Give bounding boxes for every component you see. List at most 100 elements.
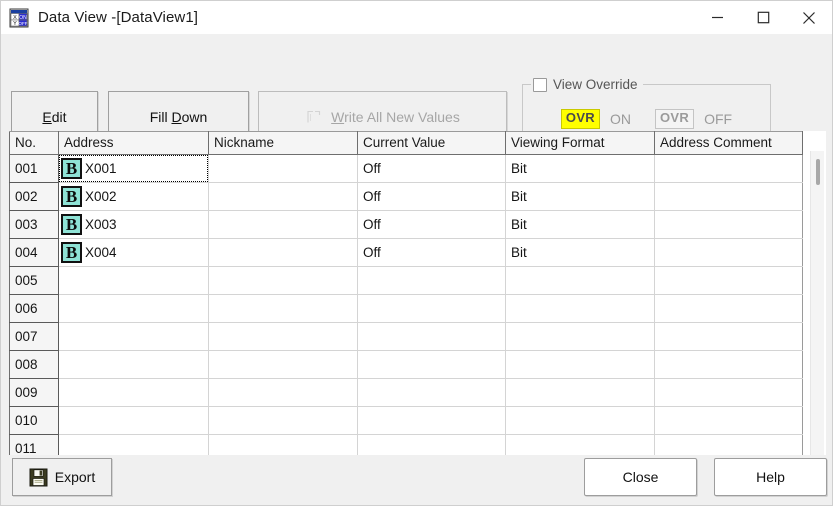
close-button[interactable]: Close: [584, 458, 697, 496]
table-row[interactable]: 010: [9, 406, 803, 435]
row-number-cell[interactable]: 011: [9, 434, 59, 455]
row-number-cell[interactable]: 003: [9, 210, 59, 239]
view-override-checkbox[interactable]: [533, 77, 547, 92]
viewing-format-cell[interactable]: Bit: [505, 210, 655, 239]
address-cell[interactable]: [58, 322, 209, 351]
current-value-cell[interactable]: Off: [357, 238, 506, 267]
table-row[interactable]: 007: [9, 322, 803, 351]
nickname-cell[interactable]: [208, 406, 358, 435]
address-comment-cell[interactable]: [654, 378, 803, 407]
data-grid[interactable]: No. Address Nickname Current Value Viewi…: [9, 131, 826, 455]
export-button[interactable]: Export: [12, 458, 112, 496]
row-number-cell[interactable]: 007: [9, 322, 59, 351]
table-row[interactable]: 008: [9, 350, 803, 379]
viewing-format-cell[interactable]: [505, 378, 655, 407]
table-body: 001 B X001 Off Bit 002 B X002 Off Bit 003 B X003 Off B…: [9, 154, 803, 455]
ovr-off-badge[interactable]: OVR: [655, 109, 695, 129]
nickname-cell[interactable]: [208, 350, 358, 379]
address-cell[interactable]: [58, 434, 209, 455]
table-row[interactable]: 001 B X001 Off Bit: [9, 154, 803, 183]
nickname-cell[interactable]: [208, 322, 358, 351]
table-row[interactable]: 009: [9, 378, 803, 407]
address-comment-cell[interactable]: [654, 350, 803, 379]
nickname-cell[interactable]: [208, 154, 358, 183]
column-header-current-value[interactable]: Current Value: [357, 131, 506, 155]
nickname-cell[interactable]: [208, 182, 358, 211]
column-header-viewing-format[interactable]: Viewing Format: [505, 131, 655, 155]
column-header-nickname[interactable]: Nickname: [208, 131, 358, 155]
viewing-format-cell[interactable]: [505, 322, 655, 351]
address-comment-cell[interactable]: [654, 406, 803, 435]
row-number-cell[interactable]: 004: [9, 238, 59, 267]
address-comment-cell[interactable]: [654, 154, 803, 183]
current-value-cell[interactable]: [357, 350, 506, 379]
ovr-on-badge[interactable]: OVR: [560, 109, 600, 129]
viewing-format-cell[interactable]: [505, 294, 655, 323]
address-cell[interactable]: B X004: [58, 238, 209, 267]
current-value-cell[interactable]: Off: [357, 154, 506, 183]
table-row[interactable]: 002 B X002 Off Bit: [9, 182, 803, 211]
row-number-cell[interactable]: 006: [9, 294, 59, 323]
nickname-cell[interactable]: [208, 210, 358, 239]
address-cell[interactable]: B X001: [58, 154, 209, 183]
address-text: X001: [85, 161, 117, 176]
address-cell[interactable]: [58, 350, 209, 379]
address-comment-cell[interactable]: [654, 210, 803, 239]
data-grid-table: No. Address Nickname Current Value Viewi…: [9, 131, 803, 455]
row-number-cell[interactable]: 008: [9, 350, 59, 379]
address-cell[interactable]: B X003: [58, 210, 209, 239]
row-number-cell[interactable]: 005: [9, 266, 59, 295]
current-value-cell[interactable]: [357, 322, 506, 351]
column-header-no[interactable]: No.: [9, 131, 59, 155]
address-comment-cell[interactable]: [654, 238, 803, 267]
table-row[interactable]: 003 B X003 Off Bit: [9, 210, 803, 239]
address-cell[interactable]: B X002: [58, 182, 209, 211]
nickname-cell[interactable]: [208, 378, 358, 407]
table-row[interactable]: 005: [9, 266, 803, 295]
column-header-address-comment[interactable]: Address Comment: [654, 131, 803, 155]
row-number-cell[interactable]: 009: [9, 378, 59, 407]
viewing-format-cell[interactable]: [505, 434, 655, 455]
maximize-icon[interactable]: [740, 1, 786, 34]
column-header-address[interactable]: Address: [58, 131, 209, 155]
nickname-cell[interactable]: [208, 294, 358, 323]
nickname-cell[interactable]: [208, 266, 358, 295]
viewing-format-cell[interactable]: [505, 406, 655, 435]
viewing-format-cell[interactable]: Bit: [505, 238, 655, 267]
nickname-cell[interactable]: [208, 238, 358, 267]
address-cell[interactable]: [58, 266, 209, 295]
address-cell[interactable]: [58, 406, 209, 435]
current-value-cell[interactable]: Off: [357, 210, 506, 239]
address-cell[interactable]: [58, 378, 209, 407]
viewing-format-cell[interactable]: Bit: [505, 182, 655, 211]
row-number-cell[interactable]: 002: [9, 182, 59, 211]
address-comment-cell[interactable]: [654, 294, 803, 323]
viewing-format-cell[interactable]: [505, 266, 655, 295]
current-value-cell[interactable]: [357, 434, 506, 455]
minimize-icon[interactable]: [694, 1, 740, 34]
row-number-cell[interactable]: 010: [9, 406, 59, 435]
current-value-cell[interactable]: [357, 406, 506, 435]
view-override-label: View Override: [553, 77, 638, 92]
window-title: Data View -[DataView1]: [38, 9, 199, 26]
viewing-format-cell[interactable]: Bit: [505, 154, 655, 183]
current-value-cell[interactable]: [357, 378, 506, 407]
address-comment-cell[interactable]: [654, 434, 803, 455]
current-value-cell[interactable]: Off: [357, 182, 506, 211]
current-value-cell[interactable]: [357, 294, 506, 323]
table-row[interactable]: 006: [9, 294, 803, 323]
row-number-cell[interactable]: 001: [9, 154, 59, 183]
address-cell[interactable]: [58, 294, 209, 323]
grid-scrollbar-thumb[interactable]: [816, 159, 820, 185]
nickname-cell[interactable]: [208, 434, 358, 455]
help-button[interactable]: Help: [714, 458, 827, 496]
address-comment-cell[interactable]: [654, 322, 803, 351]
close-icon[interactable]: [786, 1, 832, 34]
table-row[interactable]: 004 B X004 Off Bit: [9, 238, 803, 267]
address-comment-cell[interactable]: [654, 182, 803, 211]
viewing-format-cell[interactable]: [505, 350, 655, 379]
current-value-cell[interactable]: [357, 266, 506, 295]
grid-vertical-scrollbar[interactable]: [810, 151, 824, 455]
address-comment-cell[interactable]: [654, 266, 803, 295]
table-row[interactable]: 011: [9, 434, 803, 455]
